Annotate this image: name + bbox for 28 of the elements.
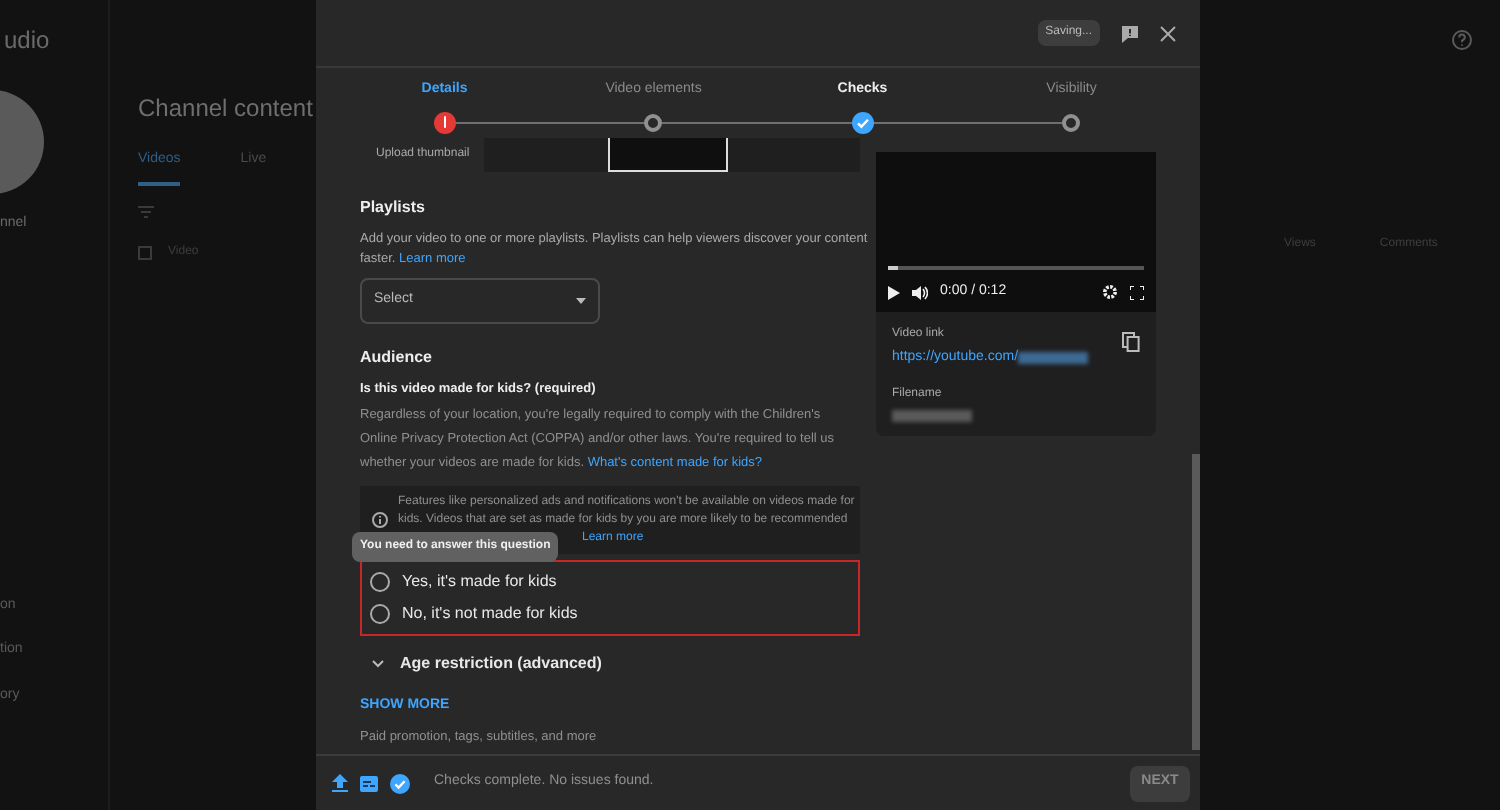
check-icon[interactable] xyxy=(390,773,410,793)
play-icon[interactable] xyxy=(888,285,900,300)
blurred-filename xyxy=(892,410,972,422)
volume-icon[interactable] xyxy=(912,285,928,300)
thumbnail-slot[interactable] xyxy=(484,137,608,171)
upload-icon[interactable] xyxy=(332,774,348,792)
copy-icon[interactable] xyxy=(1122,331,1140,351)
section-title: Playlists xyxy=(360,195,427,219)
checkbox[interactable] xyxy=(138,245,152,259)
fullscreen-icon[interactable] xyxy=(1130,285,1144,300)
feedback-icon[interactable] xyxy=(1120,23,1140,43)
radio-label: No, it's not made for kids xyxy=(402,602,578,627)
radio-button[interactable] xyxy=(370,572,390,593)
scrollbar-thumb[interactable] xyxy=(1192,453,1200,750)
thumbnail-slot[interactable] xyxy=(608,137,728,171)
app-title: udio xyxy=(4,24,50,58)
age-restriction-toggle[interactable]: Age restriction (advanced) xyxy=(360,652,860,677)
section-title: Audience xyxy=(360,345,435,369)
close-icon[interactable] xyxy=(1160,25,1176,41)
subtitles-icon[interactable] xyxy=(360,775,378,791)
help-icon[interactable] xyxy=(1452,30,1472,50)
page-title: Channel content xyxy=(138,92,315,126)
radio-button[interactable] xyxy=(370,604,390,625)
thumbnail-slot[interactable] xyxy=(728,137,860,171)
caret-icon xyxy=(576,297,586,303)
chevron-icon xyxy=(372,660,384,669)
radio-label: Yes, it's made for kids xyxy=(402,570,557,595)
info-icon xyxy=(372,512,388,529)
